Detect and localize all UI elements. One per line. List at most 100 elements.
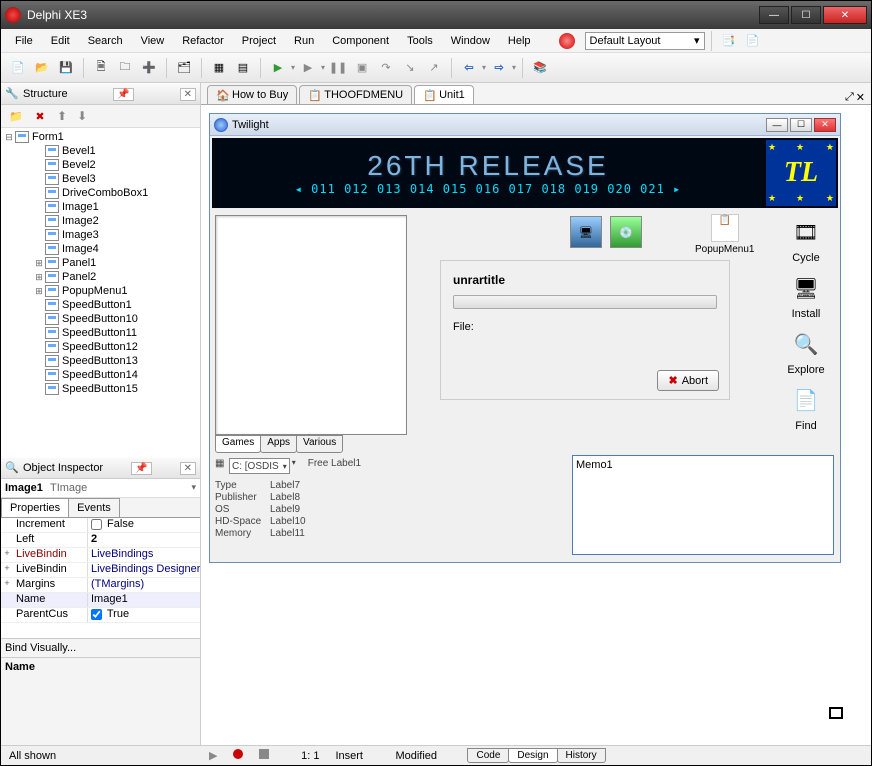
globe-icon[interactable] — [559, 33, 575, 49]
memo-field[interactable]: Memo1 — [572, 455, 834, 555]
status-record-icon[interactable]: ▶ — [201, 749, 225, 762]
menu-refactor[interactable]: Refactor — [174, 32, 232, 50]
pause-icon[interactable]: ❚❚ — [327, 57, 349, 79]
status-macro-rec[interactable] — [225, 749, 251, 762]
layout-combo[interactable]: Default Layout▾ — [585, 32, 705, 50]
open-project-icon[interactable]: 🗀 — [114, 57, 136, 79]
tab-games[interactable]: Games — [215, 435, 261, 453]
listbox[interactable] — [215, 215, 407, 435]
structure-close-icon[interactable]: ✕ — [180, 88, 196, 101]
run-icon[interactable]: ▶ — [267, 57, 289, 79]
banner-image[interactable]: 26TH RELEASE ◂ 011 012 013 014 015 016 0… — [212, 138, 838, 208]
oi-tab-events[interactable]: Events — [68, 498, 120, 517]
tree-node[interactable]: Image3 — [3, 228, 198, 242]
oi-property-row[interactable]: +LiveBindinLiveBindings — [1, 548, 200, 563]
view-tab-code[interactable]: Code — [467, 748, 509, 763]
doctabs-expand-icon[interactable]: ⤢ — [845, 91, 854, 104]
oi-tab-properties[interactable]: Properties — [1, 498, 69, 517]
cycle-button[interactable]: 🎞Cycle — [781, 214, 831, 264]
oi-bind-visually-link[interactable]: Bind Visually... — [1, 638, 200, 657]
help-contents-icon[interactable]: 📚 — [529, 57, 551, 79]
tree-node[interactable]: DriveComboBox1 — [3, 186, 198, 200]
run-nodebug-icon[interactable]: ▶ — [297, 57, 319, 79]
menu-edit[interactable]: Edit — [43, 32, 78, 50]
form-designer[interactable]: Twilight — ☐ ✕ 26TH RELEASE ◂ 011 012 01… — [201, 105, 871, 745]
structure-up-icon[interactable]: ⬆ — [53, 109, 71, 123]
oi-selection[interactable]: Image1 TImage ▾ — [1, 479, 200, 498]
tree-root[interactable]: ⊟Form1 — [3, 130, 198, 144]
add-file-icon[interactable]: ➕ — [138, 57, 160, 79]
oi-property-row[interactable]: +LiveBindinLiveBindings Designer — [1, 563, 200, 578]
toolbar-layout-run-icon[interactable]: 📄 — [742, 30, 764, 52]
menu-view[interactable]: View — [133, 32, 173, 50]
tree-node[interactable]: SpeedButton10 — [3, 312, 198, 326]
oi-property-row[interactable]: +Margins(TMargins) — [1, 578, 200, 593]
form-list-icon[interactable]: ▦ — [208, 57, 230, 79]
doc-tab-unit1[interactable]: 📋Unit1 — [414, 85, 474, 104]
popupmenu-component[interactable]: 📋 PopupMenu1 — [695, 214, 755, 255]
menu-window[interactable]: Window — [443, 32, 498, 50]
menu-project[interactable]: Project — [234, 32, 284, 50]
install-button[interactable]: 🖥Install — [781, 270, 831, 320]
form-maximize-button[interactable]: ☐ — [790, 118, 812, 132]
step-out-icon[interactable]: ↗ — [423, 57, 445, 79]
form-minimize-button[interactable]: — — [766, 118, 788, 132]
tree-node[interactable]: SpeedButton13 — [3, 354, 198, 368]
design-form[interactable]: Twilight — ☐ ✕ 26TH RELEASE ◂ 011 012 01… — [209, 113, 841, 563]
menu-search[interactable]: Search — [80, 32, 131, 50]
oi-close-icon[interactable]: ✕ — [180, 462, 196, 475]
tree-node[interactable]: ⊞Panel1 — [3, 256, 198, 270]
menu-file[interactable]: File — [7, 32, 41, 50]
tree-node[interactable]: SpeedButton11 — [3, 326, 198, 340]
doc-tab-thoofdmenu[interactable]: 📋THOOFDMENU — [299, 85, 412, 104]
project-manager-icon[interactable]: 🗂 — [173, 57, 195, 79]
oi-property-row[interactable]: ParentCus True — [1, 608, 200, 623]
save-file-icon[interactable]: 💾 — [55, 57, 77, 79]
drive-combo[interactable]: C: [OSDIS — [229, 458, 290, 474]
doc-tab-howtobuy[interactable]: 🏠How to Buy — [207, 85, 297, 104]
tree-node[interactable]: Bevel2 — [3, 158, 198, 172]
structure-expand-icon[interactable]: 📁 — [5, 105, 27, 127]
unit-list-icon[interactable]: ▤ — [232, 57, 254, 79]
tree-node[interactable]: SpeedButton15 — [3, 382, 198, 396]
explore-button[interactable]: 🔍Explore — [781, 326, 831, 376]
open-file-icon[interactable]: 📂 — [31, 57, 53, 79]
abort-button[interactable]: ✖Abort — [657, 370, 719, 391]
menu-help[interactable]: Help — [500, 32, 539, 50]
structure-down-icon[interactable]: ⬇ — [73, 109, 91, 123]
nav-back-icon[interactable]: ⇦ — [458, 57, 480, 79]
new-project-icon[interactable]: 🗎 — [90, 57, 112, 79]
tree-node[interactable]: ⊞PopupMenu1 — [3, 284, 198, 298]
oi-pin-icon[interactable]: 📌 — [131, 462, 151, 475]
close-button[interactable]: ✕ — [823, 6, 867, 24]
doctabs-close-icon[interactable]: ✕ — [856, 91, 865, 104]
minimize-button[interactable]: — — [759, 6, 789, 24]
stop-icon[interactable]: ▣ — [351, 57, 373, 79]
oi-property-grid[interactable]: Increment FalseLeft2+LiveBindinLiveBindi… — [1, 518, 200, 638]
status-macro-stop[interactable] — [251, 749, 277, 762]
menu-run[interactable]: Run — [286, 32, 322, 50]
tree-node[interactable]: Image2 — [3, 214, 198, 228]
view-tab-history[interactable]: History — [557, 748, 606, 763]
oi-property-row[interactable]: Increment False — [1, 518, 200, 533]
tree-node[interactable]: Bevel1 — [3, 144, 198, 158]
oi-property-row[interactable]: Left2 — [1, 533, 200, 548]
tree-node[interactable]: ⊞Panel2 — [3, 270, 198, 284]
menu-tools[interactable]: Tools — [399, 32, 441, 50]
tab-apps[interactable]: Apps — [260, 435, 297, 453]
cd-icon[interactable]: 💿 — [610, 216, 642, 248]
find-button[interactable]: 📄Find — [781, 382, 831, 432]
tree-node[interactable]: SpeedButton12 — [3, 340, 198, 354]
toolbar-layout-save-icon[interactable]: 📑 — [718, 30, 740, 52]
tree-node[interactable]: Image4 — [3, 242, 198, 256]
structure-tree[interactable]: ⊟Form1 Bevel1Bevel2Bevel3DriveComboBox1I… — [1, 127, 200, 457]
tree-node[interactable]: SpeedButton14 — [3, 368, 198, 382]
menu-component[interactable]: Component — [324, 32, 397, 50]
nav-fwd-icon[interactable]: ⇨ — [488, 57, 510, 79]
maximize-button[interactable]: ☐ — [791, 6, 821, 24]
view-tab-design[interactable]: Design — [508, 748, 557, 763]
oi-property-row[interactable]: NameImage1 — [1, 593, 200, 608]
tree-node[interactable]: Image1 — [3, 200, 198, 214]
form-close-button[interactable]: ✕ — [814, 118, 836, 132]
design-form-titlebar[interactable]: Twilight — ☐ ✕ — [210, 114, 840, 136]
